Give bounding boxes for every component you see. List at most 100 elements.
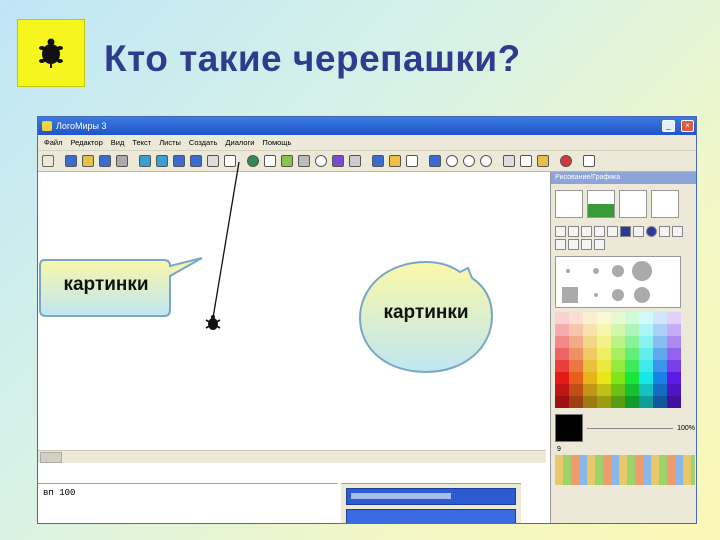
palette-color[interactable]	[597, 384, 611, 396]
palette-color[interactable]	[667, 372, 681, 384]
palette-color[interactable]	[667, 324, 681, 336]
tool-button[interactable]	[555, 239, 566, 250]
palette-color[interactable]	[583, 360, 597, 372]
music-icon[interactable]	[330, 154, 345, 168]
palette-color[interactable]	[625, 372, 639, 384]
text-tool-icon[interactable]	[262, 154, 277, 168]
palette-color[interactable]	[625, 312, 639, 324]
palette-color[interactable]	[611, 336, 625, 348]
palette-color[interactable]	[555, 360, 569, 372]
palette-color[interactable]	[667, 396, 681, 408]
palette-color[interactable]	[625, 396, 639, 408]
zoom-out-icon[interactable]	[461, 154, 476, 168]
palette-color[interactable]	[611, 348, 625, 360]
tool-button[interactable]	[594, 239, 605, 250]
palette-color[interactable]	[583, 372, 597, 384]
palette-color[interactable]	[639, 312, 653, 324]
tool-button[interactable]	[659, 226, 670, 237]
palette-color[interactable]	[639, 324, 653, 336]
figures-icon[interactable]	[651, 190, 679, 218]
rectangle-icon[interactable]	[222, 154, 237, 168]
copy-icon[interactable]	[518, 154, 533, 168]
tool-button[interactable]	[607, 226, 618, 237]
palette-color[interactable]	[597, 348, 611, 360]
brush-tool-icon[interactable]	[279, 154, 294, 168]
cursor-icon[interactable]	[404, 154, 419, 168]
menu-help[interactable]: Помощь	[258, 138, 295, 147]
palette-color[interactable]	[667, 336, 681, 348]
palette-color[interactable]	[653, 336, 667, 348]
palette-color[interactable]	[639, 396, 653, 408]
palette-color[interactable]	[569, 348, 583, 360]
pen-width-slider[interactable]	[587, 427, 674, 429]
grid-icon[interactable]	[205, 154, 220, 168]
tool-button[interactable]	[620, 226, 631, 237]
palette-color[interactable]	[555, 384, 569, 396]
palette-color[interactable]	[639, 384, 653, 396]
palette-color[interactable]	[597, 372, 611, 384]
landscape-icon[interactable]	[587, 190, 615, 218]
palette-color[interactable]	[639, 360, 653, 372]
procedures-list[interactable]	[341, 483, 521, 523]
palette-color[interactable]	[667, 360, 681, 372]
palette-color[interactable]	[597, 396, 611, 408]
palette-color[interactable]	[569, 372, 583, 384]
palette-color[interactable]	[625, 348, 639, 360]
zoom-in-icon[interactable]	[444, 154, 459, 168]
list-item[interactable]	[346, 488, 516, 505]
palette-color[interactable]	[653, 324, 667, 336]
save-icon[interactable]	[97, 154, 112, 168]
palette-color[interactable]	[611, 396, 625, 408]
command-center[interactable]: вп 100	[38, 483, 338, 523]
turtle-tool-icon[interactable]	[245, 154, 260, 168]
palette-color[interactable]	[611, 324, 625, 336]
arrow-right-icon[interactable]	[154, 154, 169, 168]
stop-icon[interactable]	[558, 154, 573, 168]
list-item[interactable]	[346, 509, 516, 523]
toolbar-button[interactable]	[40, 154, 55, 168]
palette-color[interactable]	[555, 324, 569, 336]
palette-color[interactable]	[667, 348, 681, 360]
palette-color[interactable]	[569, 396, 583, 408]
palette-color[interactable]	[597, 312, 611, 324]
palette-color[interactable]	[611, 384, 625, 396]
pen-tool-icon[interactable]	[296, 154, 311, 168]
palette-color[interactable]	[653, 384, 667, 396]
menu-file[interactable]: Файл	[40, 138, 66, 147]
arrow-left-icon[interactable]	[137, 154, 152, 168]
palette-color[interactable]	[653, 396, 667, 408]
brush-icon[interactable]	[555, 190, 583, 218]
palette-color[interactable]	[667, 312, 681, 324]
arrow-back-icon[interactable]	[171, 154, 186, 168]
print-icon[interactable]	[114, 154, 129, 168]
tool-button[interactable]	[568, 239, 579, 250]
palette-color[interactable]	[611, 372, 625, 384]
scissors-icon[interactable]	[501, 154, 516, 168]
palette-color[interactable]	[555, 372, 569, 384]
horizontal-scrollbar[interactable]	[38, 450, 546, 463]
palette-color[interactable]	[639, 372, 653, 384]
new-icon[interactable]	[63, 154, 78, 168]
palette-color[interactable]	[583, 348, 597, 360]
palette-color[interactable]	[555, 396, 569, 408]
palette-color[interactable]	[653, 372, 667, 384]
stamp-icon[interactable]	[370, 154, 385, 168]
palette-color[interactable]	[639, 336, 653, 348]
palette-color[interactable]	[555, 312, 569, 324]
palette-color[interactable]	[625, 336, 639, 348]
color-palette[interactable]	[555, 312, 681, 408]
palette-color[interactable]	[569, 324, 583, 336]
palette-color[interactable]	[639, 348, 653, 360]
tool-button[interactable]	[594, 226, 605, 237]
palette-color[interactable]	[625, 324, 639, 336]
pattern-palette[interactable]	[555, 455, 695, 485]
menu-pages[interactable]: Листы	[155, 138, 185, 147]
tool-button[interactable]	[672, 226, 683, 237]
palette-color[interactable]	[555, 348, 569, 360]
brush-size-selector[interactable]	[555, 256, 681, 308]
menu-view[interactable]: Вид	[107, 138, 129, 147]
palette-color[interactable]	[611, 312, 625, 324]
palette-color[interactable]	[569, 336, 583, 348]
palette-color[interactable]	[625, 360, 639, 372]
tool-button[interactable]	[568, 226, 579, 237]
